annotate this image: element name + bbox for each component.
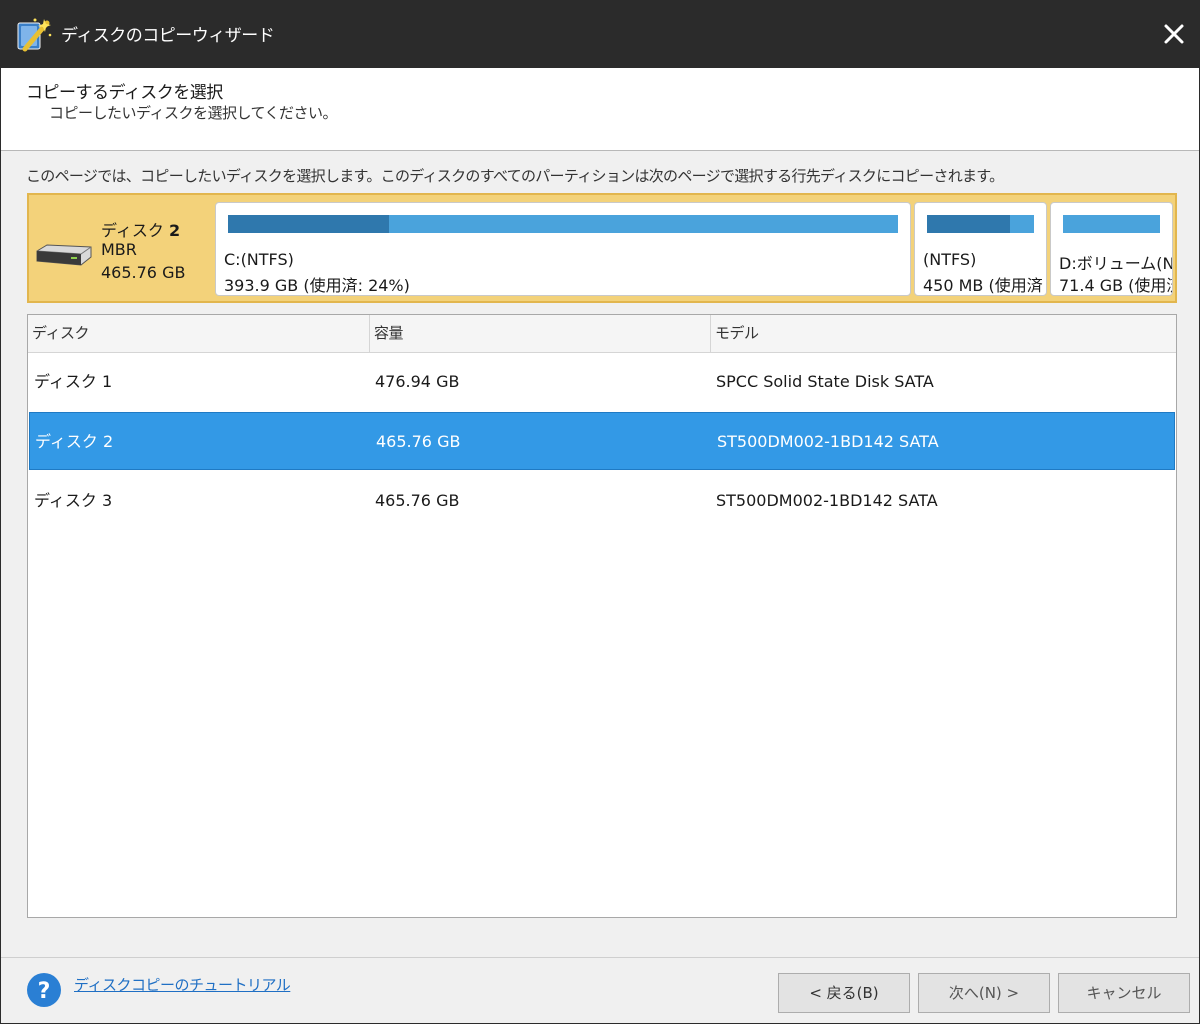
back-button[interactable]: < 戻る(B) (778, 973, 910, 1013)
next-button[interactable]: 次へ(N) > (918, 973, 1050, 1013)
page-description: このページでは、コピーしたいディスクを選択します。このディスクのすべてのパーティ… (26, 167, 1004, 185)
page-title: コピーするディスクを選択 (26, 83, 223, 103)
partition-used-fill (927, 215, 1010, 233)
disk-copy-wizard-window: ディスクのコピーウィザード コピーするディスクを選択 コピーしたいディスクを選択… (0, 0, 1200, 1024)
cell-disk: ディスク 3 (34, 491, 113, 510)
table-header: ディスク 容量 モデル (28, 315, 1176, 353)
help-icon[interactable]: ? (26, 972, 62, 1008)
cell-capacity: 465.76 GB (375, 491, 460, 510)
disk-name-prefix: ディスク (101, 221, 169, 240)
partition-c[interactable]: C:(NTFS) 393.9 GB (使用済: 24%) (215, 202, 911, 296)
selected-disk-map[interactable]: ディスク 2 MBR 465.76 GB C:(NTFS) 393.9 GB (… (27, 193, 1177, 303)
partition-label: D:ボリューム(NT (1059, 254, 1173, 273)
hard-drive-icon (36, 244, 92, 266)
column-header-disk[interactable]: ディスク (28, 315, 370, 352)
partition-info: 393.9 GB (使用済: 24%) (224, 276, 410, 295)
partition-usage-bar (228, 215, 898, 233)
partition-label: (NTFS) (923, 250, 977, 269)
table-row[interactable]: ディスク 1 476.94 GB SPCC Solid State Disk S… (29, 353, 1175, 411)
title-bar: ディスクのコピーウィザード (1, 1, 1199, 68)
close-icon[interactable] (1149, 9, 1199, 59)
wizard-header: コピーするディスクを選択 コピーしたいディスクを選択してください。 (1, 68, 1199, 151)
partition-usage-bar (1063, 215, 1160, 233)
cell-model: ST500DM002-1BD142 SATA (717, 432, 939, 451)
cell-model: SPCC Solid State Disk SATA (716, 372, 934, 391)
cell-capacity: 476.94 GB (375, 372, 460, 391)
disk-name: ディスク 2 (101, 217, 180, 241)
cell-disk: ディスク 1 (34, 372, 113, 391)
cell-model: ST500DM002-1BD142 SATA (716, 491, 938, 510)
disk-number: 2 (168, 221, 181, 240)
cancel-button[interactable]: キャンセル (1058, 973, 1190, 1013)
cell-capacity: 465.76 GB (376, 432, 461, 451)
partition-d[interactable]: D:ボリューム(NT 71.4 GB (使用済 (1050, 202, 1173, 296)
window-title: ディスクのコピーウィザード (61, 26, 275, 46)
partition-info: 71.4 GB (使用済 (1059, 276, 1173, 295)
partition-used-fill (228, 215, 389, 233)
disk-copy-tutorial-link[interactable]: ディスクコピーのチュートリアル (74, 974, 291, 995)
table-row[interactable]: ディスク 2 465.76 GB ST500DM002-1BD142 SATA (29, 412, 1175, 470)
column-header-capacity[interactable]: 容量 (370, 315, 711, 352)
partition-system[interactable]: (NTFS) 450 MB (使用済 (914, 202, 1047, 296)
wizard-wand-icon (17, 18, 52, 52)
disk-list-table: ディスク 容量 モデル ディスク 1 476.94 GB SPCC Solid … (27, 314, 1177, 918)
disk-partition-style: MBR (101, 240, 137, 259)
partition-usage-bar (927, 215, 1034, 233)
cell-disk: ディスク 2 (35, 432, 114, 451)
column-header-model[interactable]: モデル (711, 315, 1176, 352)
table-row[interactable]: ディスク 3 465.76 GB ST500DM002-1BD142 SATA (29, 472, 1175, 530)
disk-size: 465.76 GB (101, 263, 186, 282)
page-subtitle: コピーしたいディスクを選択してください。 (49, 104, 338, 122)
svg-text:?: ? (38, 979, 51, 1004)
disk-info: ディスク 2 MBR 465.76 GB (29, 195, 213, 301)
partition-label: C:(NTFS) (224, 250, 294, 269)
wizard-content: このページでは、コピーしたいディスクを選択します。このディスクのすべてのパーティ… (1, 151, 1199, 957)
partition-info: 450 MB (使用済 (923, 276, 1043, 295)
wizard-footer: ? ディスクコピーのチュートリアル < 戻る(B) 次へ(N) > キャンセル (1, 957, 1199, 1023)
